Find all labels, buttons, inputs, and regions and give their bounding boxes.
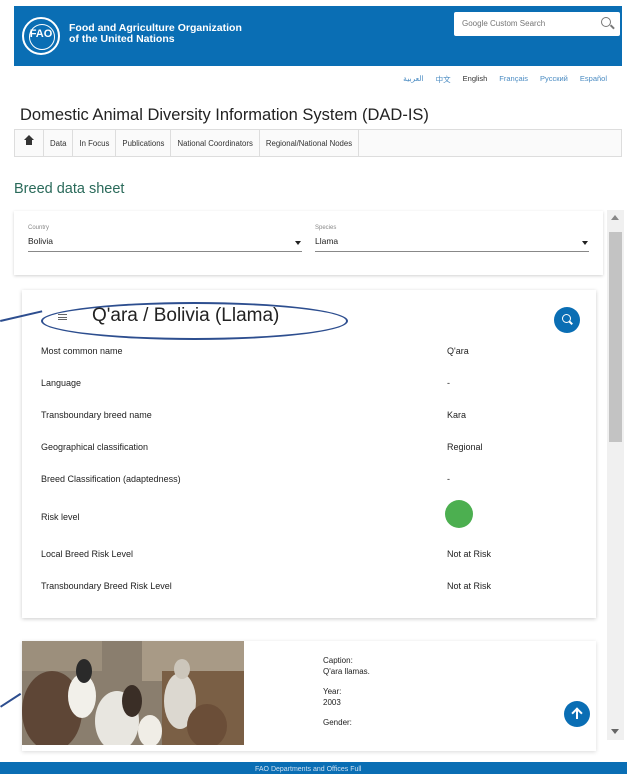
gender-label: Gender: <box>323 718 352 727</box>
row-label: Most common name <box>41 346 123 356</box>
nav-publications[interactable]: Publications <box>116 130 172 156</box>
species-value[interactable]: Llama <box>315 236 589 252</box>
row-label: Transboundary Breed Risk Level <box>41 581 172 591</box>
row-value: Q'ara <box>447 346 469 356</box>
footer-text[interactable]: FAO Departments and Offices Full <box>255 766 361 773</box>
nav-national-coordinators[interactable]: National Coordinators <box>171 130 260 156</box>
risk-level-indicator <box>445 500 473 528</box>
country-value[interactable]: Bolivia <box>28 236 302 252</box>
fao-logo[interactable]: FAO <box>22 17 60 55</box>
site-header: FAO Food and Agriculture Organization of… <box>14 6 622 66</box>
language-english[interactable]: English <box>463 74 488 85</box>
nav-regional-national-nodes[interactable]: Regional/National Nodes <box>260 130 360 156</box>
country-label: Country <box>28 225 50 231</box>
row-value: Not at Risk <box>447 549 492 559</box>
year-value: 2003 <box>323 698 341 707</box>
row-label: Local Breed Risk Level <box>41 549 134 559</box>
organization-name[interactable]: Food and Agriculture Organization of the… <box>69 23 242 45</box>
menu-icon[interactable] <box>58 314 67 320</box>
row-value: Regional <box>447 442 483 452</box>
llama-photo[interactable] <box>22 641 244 745</box>
photo-card: Caption: Q'ara llamas. Year: 2003 Gender… <box>22 641 596 751</box>
search-input[interactable] <box>462 12 592 34</box>
country-select[interactable]: Country Bolivia <box>28 225 302 252</box>
search-icon[interactable] <box>601 17 611 27</box>
home-icon <box>24 135 34 147</box>
species-select[interactable]: Species Llama <box>315 225 589 252</box>
annotation-line <box>0 692 22 708</box>
language-spanish[interactable]: Español <box>580 74 607 85</box>
language-russian[interactable]: Русский <box>540 74 568 85</box>
language-selector: العربية 中文 English Français Русский Espa… <box>403 74 607 85</box>
row-label: Language <box>41 378 82 388</box>
nav-data[interactable]: Data <box>44 130 74 156</box>
row-label: Transboundary breed name <box>41 410 152 420</box>
scroll-down-icon[interactable] <box>611 729 619 734</box>
breed-search-button[interactable] <box>554 307 580 333</box>
scroll-up-icon[interactable] <box>611 215 619 220</box>
row-value: - <box>447 378 450 388</box>
scrollbar[interactable] <box>607 210 624 740</box>
row-value: - <box>447 474 450 484</box>
caption-value: Q'ara llamas. <box>323 667 370 676</box>
year-label: Year: <box>323 687 342 696</box>
row-value: Not at Risk <box>447 581 492 591</box>
row-label: Risk level <box>41 512 80 522</box>
nav-home[interactable] <box>15 130 44 156</box>
row-label: Breed Classification (adaptedness) <box>41 474 181 484</box>
breed-card: Q'ara / Bolivia (Llama) Most common name… <box>22 290 596 618</box>
breed-title: Q'ara / Bolivia (Llama) <box>92 305 280 326</box>
main-navigation: Data In Focus Publications National Coor… <box>14 129 622 157</box>
row-label: Geographical classification <box>41 442 149 452</box>
photo-metadata: Caption: Q'ara llamas. Year: 2003 Gender… <box>323 655 370 728</box>
species-label: Species <box>315 225 337 231</box>
row-value: Kara <box>447 410 467 420</box>
scrollbar-thumb[interactable] <box>609 232 622 442</box>
scroll-to-top-button[interactable] <box>564 701 590 727</box>
search-box <box>454 12 620 36</box>
page-title: Breed data sheet <box>14 181 125 197</box>
language-arabic[interactable]: العربية <box>403 74 424 85</box>
nav-in-focus[interactable]: In Focus <box>73 130 117 156</box>
filter-panel: Country Bolivia Species Llama <box>14 211 603 275</box>
site-footer: FAO Departments and Offices Full <box>0 762 627 774</box>
system-title: Domestic Animal Diversity Information Sy… <box>20 106 429 124</box>
caption-label: Caption: <box>323 656 353 665</box>
language-chinese[interactable]: 中文 <box>436 74 451 85</box>
language-french[interactable]: Français <box>499 74 528 85</box>
